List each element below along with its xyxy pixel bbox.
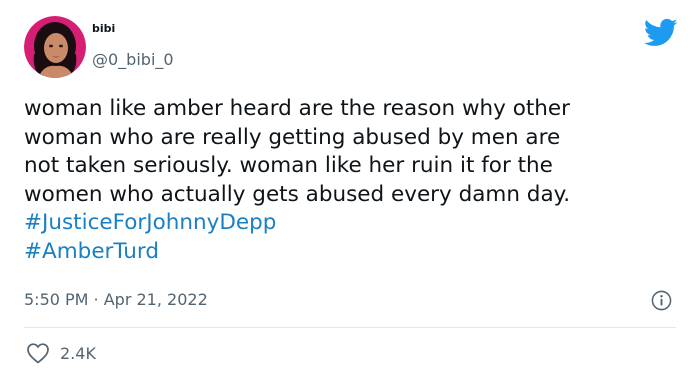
heart-icon [27, 343, 49, 364]
info-icon[interactable] [651, 290, 672, 311]
tweet-text: woman like amber heard are the reason wh… [24, 95, 684, 266]
tweet-text-line: women who actually gets abused every dam… [24, 181, 571, 207]
tweet-text-line: woman like amber heard are the reason wh… [24, 96, 571, 121]
author-display-name[interactable]: bibi [92, 22, 115, 35]
avatar[interactable] [24, 16, 86, 78]
author-handle[interactable]: @0_bibi_0 [92, 50, 174, 69]
hashtag-link-justiceforjohnnydepp[interactable]: #JusticeForJohnnyDepp [24, 209, 684, 238]
hashtag-link-amberturd[interactable]: #AmberTurd [24, 238, 684, 267]
like-count: 2.4K [60, 343, 96, 363]
twitter-bird-icon[interactable] [644, 18, 678, 48]
tweet-text-line: not taken seriously. woman like her ruin… [24, 153, 553, 178]
divider [24, 327, 676, 328]
tweet-timestamp[interactable]: 5:50 PM · Apr 21, 2022 [24, 290, 208, 309]
tweet-card: bibi @0_bibi_0 woman like amber heard ar… [0, 0, 700, 380]
tweet-text-line: woman who are really getting abused by m… [24, 124, 561, 150]
like-button[interactable]: 2.4K [26, 342, 96, 364]
